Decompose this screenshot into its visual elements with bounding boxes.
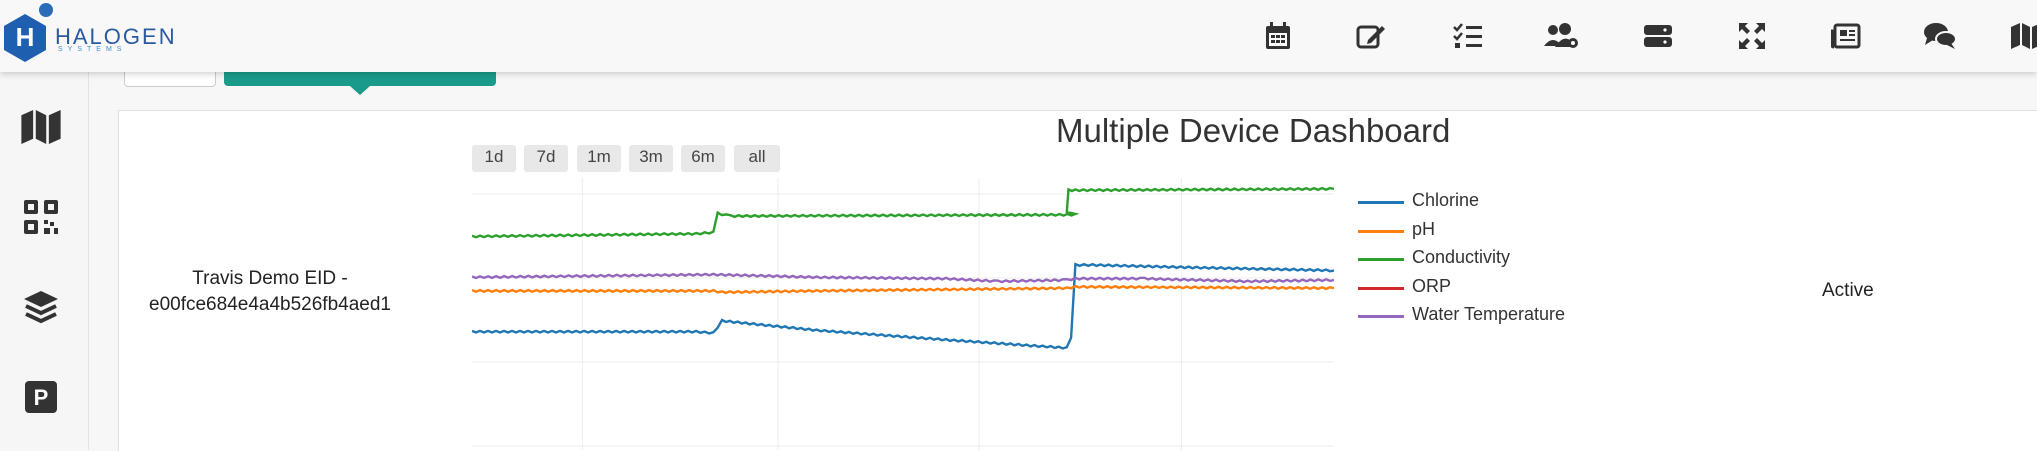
legend-swatch: [1358, 201, 1404, 204]
legend-swatch: [1358, 229, 1404, 233]
top-navbar: H HALOGEN SYSTEMS: [0, 0, 2037, 72]
series-line: [472, 284, 1334, 295]
brand-subtitle: SYSTEMS: [58, 46, 127, 53]
sidebar-layers-icon[interactable]: [20, 286, 62, 328]
newspaper-icon[interactable]: [1828, 18, 1864, 54]
series-line: [472, 262, 1334, 350]
legend-label: pH: [1412, 218, 1436, 239]
range-button-1d[interactable]: 1d: [472, 145, 516, 172]
users-gear-icon[interactable]: [1544, 18, 1580, 54]
legend-item[interactable]: ORP: [1358, 276, 1618, 300]
sidebar: P: [0, 72, 89, 450]
sidebar-map-icon[interactable]: [20, 106, 62, 148]
legend-swatch: [1358, 315, 1404, 318]
edit-icon[interactable]: [1353, 18, 1389, 54]
legend-swatch: [1358, 286, 1404, 290]
legend-item[interactable]: Conductivity: [1358, 247, 1618, 271]
sidebar-parking-icon[interactable]: P: [20, 376, 62, 418]
checklist-icon[interactable]: [1450, 18, 1486, 54]
range-button-1m[interactable]: 1m: [577, 145, 621, 172]
device-status: Active: [1822, 280, 1874, 301]
range-button-3m[interactable]: 3m: [629, 145, 673, 172]
legend-item[interactable]: Water Temperature: [1358, 304, 1618, 328]
legend-swatch: [1358, 258, 1404, 261]
series-line: [472, 186, 1334, 239]
device-name: Travis Demo EID - e00fce684e4a4b526fb4ae…: [120, 266, 420, 318]
device-name-line1: Travis Demo EID -: [192, 268, 348, 289]
range-button-7d[interactable]: 7d: [524, 145, 568, 172]
device-id: e00fce684e4a4b526fb4aed1: [149, 294, 391, 315]
chat-icon[interactable]: [1922, 18, 1958, 54]
halogen-logo[interactable]: H HALOGEN SYSTEMS: [0, 0, 200, 72]
calendar-icon[interactable]: [1260, 18, 1296, 54]
svg-text:P: P: [34, 385, 49, 410]
logo-letter: H: [16, 22, 35, 52]
sidebar-qrcode-icon[interactable]: [20, 196, 62, 238]
legend-label: ORP: [1412, 275, 1452, 296]
legend-item[interactable]: Chlorine: [1358, 190, 1618, 214]
legend-label: Chlorine: [1412, 190, 1480, 210]
legend-label: Conductivity: [1412, 247, 1511, 267]
chart-title: Multiple Device Dashboard: [1056, 112, 1451, 149]
expand-icon[interactable]: [1734, 18, 1770, 54]
legend-label: Water Temperature: [1412, 304, 1566, 324]
map-icon[interactable]: [2008, 18, 2037, 54]
range-button-all[interactable]: all: [734, 145, 780, 172]
hexagon-logo-icon: H: [4, 3, 53, 62]
range-button-6m[interactable]: 6m: [681, 145, 725, 172]
active-tab-pointer: [350, 86, 370, 95]
line-chart-plot: [472, 178, 1334, 450]
legend-item[interactable]: pH: [1358, 219, 1618, 243]
server-icon[interactable]: [1640, 18, 1676, 54]
